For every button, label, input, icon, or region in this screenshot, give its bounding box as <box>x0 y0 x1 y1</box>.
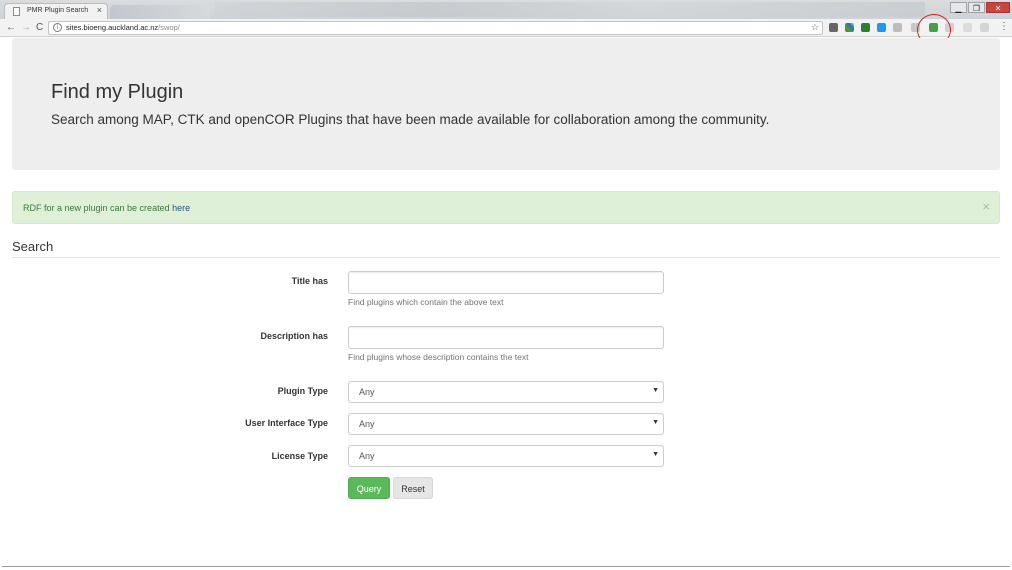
browser-titlebar: PMR Plugin Search × ▁ ❐ ✕ <box>0 0 1012 19</box>
address-bar[interactable]: i sites.bioeng.auckland.ac.nz/swop/ ☆ <box>48 21 823 35</box>
divider <box>2 566 1010 567</box>
extension-icon[interactable] <box>877 23 886 32</box>
page-header: Find my Plugin Search among MAP, CTK and… <box>12 38 1000 170</box>
extension-icon[interactable] <box>893 23 902 32</box>
browser-tab-blurred[interactable] <box>110 5 210 19</box>
extension-icon[interactable] <box>963 23 972 32</box>
chevron-down-icon: ▼ <box>652 387 659 394</box>
extension-icon[interactable] <box>845 23 854 32</box>
license-type-label: License Type <box>271 451 328 461</box>
maximize-button[interactable]: ❐ <box>968 2 985 13</box>
description-input[interactable] <box>348 326 664 349</box>
window-close-button[interactable]: ✕ <box>986 2 1010 13</box>
page-title: Find my Plugin <box>51 81 184 103</box>
extension-icon[interactable] <box>829 23 838 32</box>
alert-text: RDF for a new plugin can be created here <box>23 203 191 213</box>
tab-close-button[interactable]: × <box>97 5 102 15</box>
bookmark-star-icon[interactable]: ☆ <box>811 22 819 33</box>
browser-tab[interactable]: PMR Plugin Search × <box>4 3 108 19</box>
title-label: Title has <box>291 276 328 286</box>
page-icon <box>13 7 20 16</box>
drive-icon[interactable] <box>861 23 870 32</box>
query-button[interactable]: Query <box>348 477 390 499</box>
ui-type-value: Any <box>359 419 375 429</box>
license-type-select[interactable]: Any ▼ <box>348 445 664 467</box>
browser-toolbar: ← → C i sites.bioeng.auckland.ac.nz/swop… <box>0 19 1012 37</box>
chevron-down-icon: ▼ <box>652 419 659 426</box>
description-help-text: Find plugins whose description contains … <box>348 352 529 362</box>
close-icon[interactable]: × <box>982 199 990 214</box>
window-controls: ▁ ❐ ✕ <box>949 2 1010 13</box>
forward-button[interactable]: → <box>21 21 31 34</box>
create-rdf-link[interactable]: here <box>172 203 190 213</box>
divider <box>12 257 1000 258</box>
extension-icon[interactable] <box>980 23 989 32</box>
ui-type-label: User Interface Type <box>245 418 328 428</box>
plugin-type-label: Plugin Type <box>277 386 328 396</box>
plugin-type-value: Any <box>359 387 375 397</box>
success-alert: RDF for a new plugin can be created here… <box>12 191 1000 224</box>
title-input[interactable] <box>348 271 664 294</box>
page-subtitle: Search among MAP, CTK and openCOR Plugin… <box>51 112 770 127</box>
plugin-type-select[interactable]: Any ▼ <box>348 381 664 403</box>
title-help-text: Find plugins which contain the above tex… <box>348 297 504 307</box>
ui-type-select[interactable]: Any ▼ <box>348 413 664 435</box>
section-title: Search <box>12 239 54 254</box>
chevron-down-icon: ▼ <box>652 451 659 458</box>
description-label: Description has <box>260 331 328 341</box>
info-icon[interactable]: i <box>53 23 62 32</box>
browser-menu-icon[interactable]: ⋮ <box>999 21 1009 32</box>
minimize-button[interactable]: ▁ <box>950 2 967 13</box>
back-button[interactable]: ← <box>6 21 16 34</box>
blurred-tabstrip <box>215 2 925 17</box>
reload-button[interactable]: C <box>36 21 43 34</box>
url-text: sites.bioeng.auckland.ac.nz/swop/ <box>66 23 180 32</box>
reset-button[interactable]: Reset <box>393 477 433 499</box>
license-type-value: Any <box>359 451 375 461</box>
tab-title: PMR Plugin Search <box>27 7 89 14</box>
